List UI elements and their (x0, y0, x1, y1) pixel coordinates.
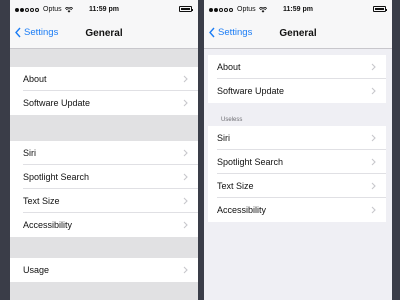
status-time: 11:59 pm (89, 6, 119, 13)
settings-group: About Software Update (208, 55, 386, 103)
settings-group: About Software Update (10, 67, 198, 115)
chevron-right-icon (371, 158, 376, 166)
chevron-right-icon (371, 206, 376, 214)
list-item-label: Siri (217, 133, 230, 143)
list-item-text-size[interactable]: Text Size (10, 189, 198, 213)
list-item-siri[interactable]: Siri (208, 126, 386, 150)
list-item-spotlight-search[interactable]: Spotlight Search (208, 150, 386, 174)
chevron-right-icon (371, 182, 376, 190)
list-item-label: Spotlight Search (217, 157, 284, 167)
chevron-right-icon (183, 75, 188, 83)
chevron-right-icon (183, 197, 188, 205)
chevron-right-icon (183, 221, 188, 229)
list-item-label: Spotlight Search (23, 172, 90, 182)
section-header: Useless (221, 117, 243, 123)
status-time: 11:59 pm (283, 6, 313, 13)
settings-group: Usage (10, 258, 198, 282)
list-item-software-update[interactable]: Software Update (10, 91, 198, 115)
list-item-label: Text Size (23, 196, 60, 206)
chevron-right-icon (371, 63, 376, 71)
left-phone-screen: Optus 11:59 pm Settings General About So… (10, 0, 198, 300)
list-item-spotlight-search[interactable]: Spotlight Search (10, 165, 198, 189)
list-item-software-update[interactable]: Software Update (208, 79, 386, 103)
list-item-accessibility[interactable]: Accessibility (10, 213, 198, 237)
page-title: General (85, 28, 123, 39)
chevron-right-icon (371, 87, 376, 95)
list-item-label: Siri (23, 148, 36, 158)
page-title: General (279, 28, 317, 39)
chevron-right-icon (183, 266, 188, 274)
list-item-label: Accessibility (217, 205, 267, 215)
list-item-about[interactable]: About (10, 67, 198, 91)
list-item-siri[interactable]: Siri (10, 141, 198, 165)
status-bar: Optus 11:59 pm (204, 0, 392, 19)
settings-group: Siri Spotlight Search Text Size Accessib… (10, 141, 198, 237)
list-item-accessibility[interactable]: Accessibility (208, 198, 386, 222)
chevron-right-icon (183, 149, 188, 157)
list-item-label: Text Size (217, 181, 254, 191)
chevron-right-icon (183, 99, 188, 107)
list-item-label: Software Update (23, 98, 91, 108)
list-item-label: About (217, 62, 241, 72)
right-phone-screen: Optus 11:59 pm Settings General About So… (204, 0, 392, 300)
chevron-right-icon (371, 134, 376, 142)
battery-icon (373, 6, 387, 12)
status-bar: Optus 11:59 pm (10, 0, 198, 19)
list-item-label: Usage (23, 265, 50, 275)
list-item-usage[interactable]: Usage (10, 258, 198, 282)
chevron-right-icon (183, 173, 188, 181)
list-item-label: About (23, 74, 47, 84)
list-item-label: Accessibility (23, 220, 73, 230)
settings-group: Siri Spotlight Search Text Size Accessib… (208, 126, 386, 222)
list-item-text-size[interactable]: Text Size (208, 174, 386, 198)
list-item-about[interactable]: About (208, 55, 386, 79)
list-item-label: Software Update (217, 86, 285, 96)
battery-icon (179, 6, 193, 12)
navigation-bar: Settings General (10, 19, 198, 49)
navigation-bar: Settings General (204, 19, 392, 49)
